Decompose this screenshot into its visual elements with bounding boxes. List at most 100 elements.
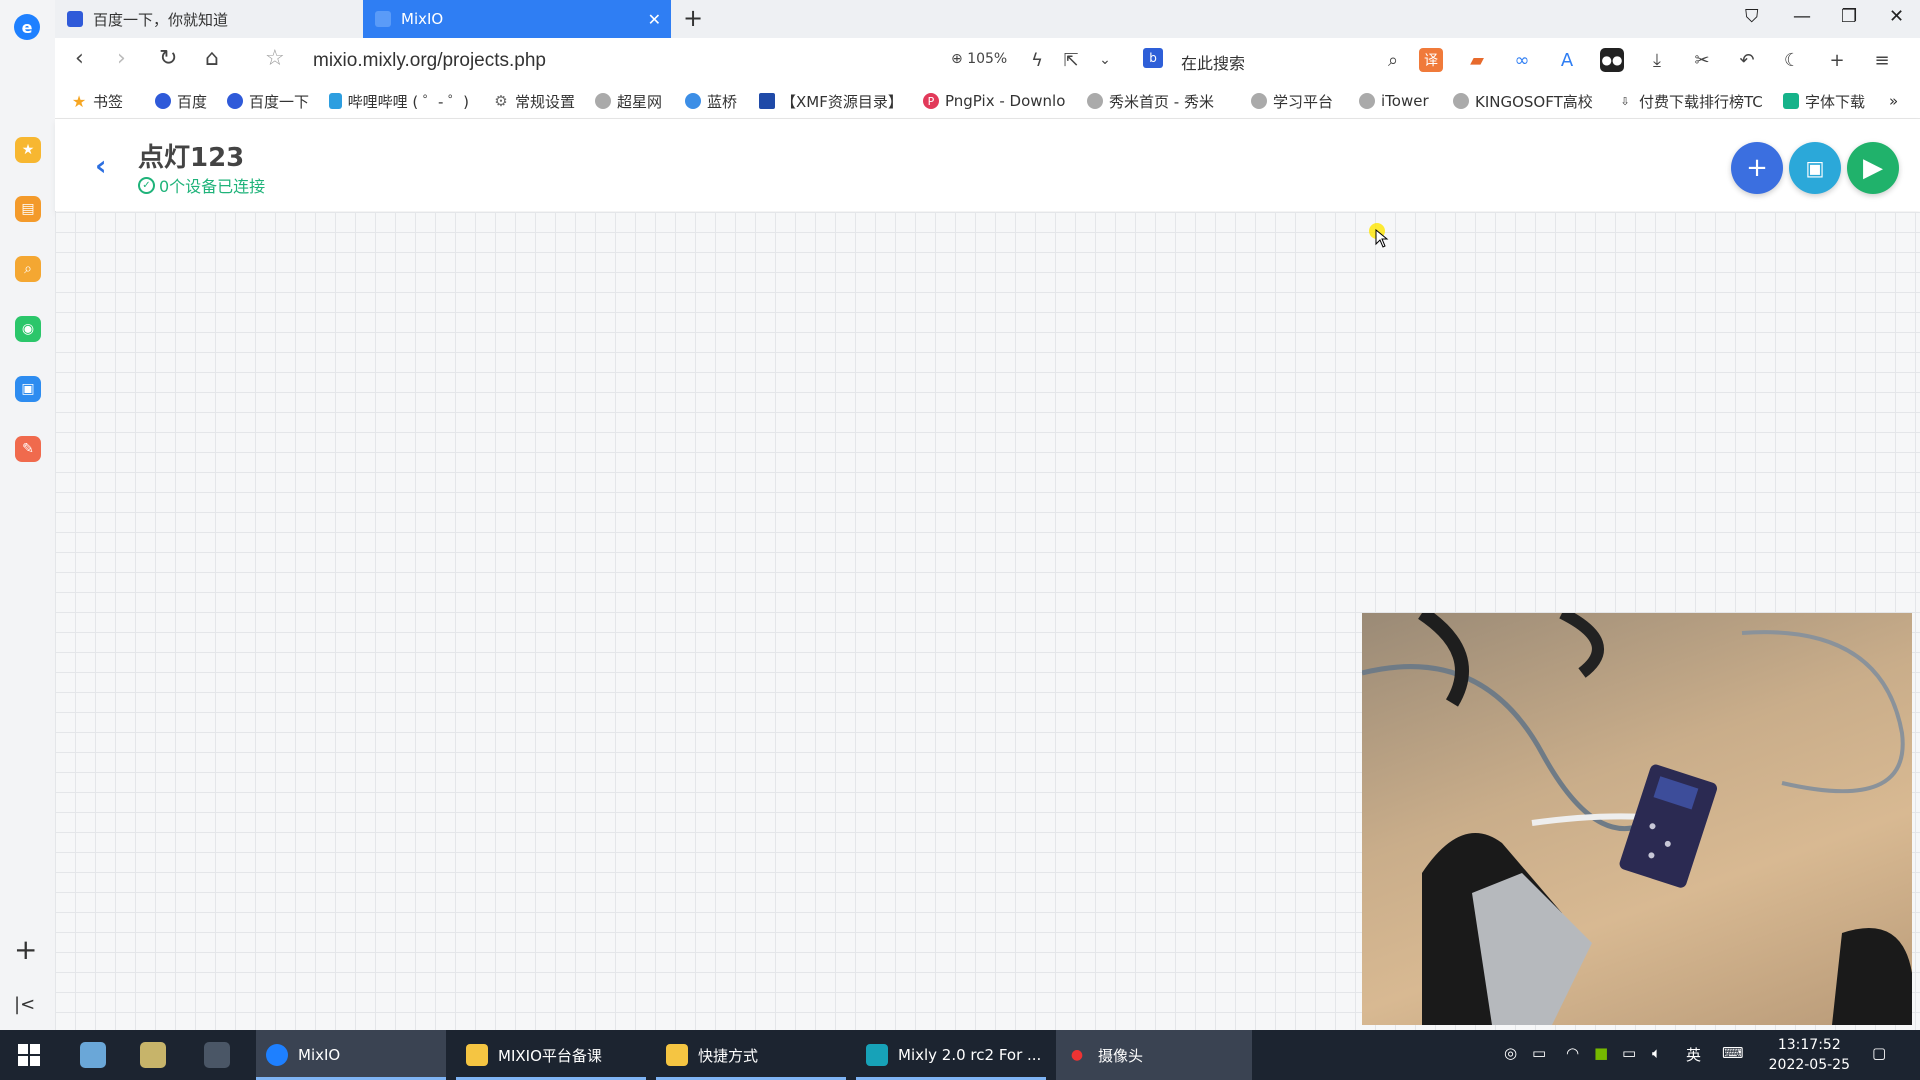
download-icon[interactable]: ⤓ [1645, 48, 1669, 72]
taskbar-item-label: 快捷方式 [698, 1046, 759, 1065]
scissors-icon[interactable]: ✂ [1690, 48, 1714, 72]
bookmark-item[interactable]: 【XMF资源目录】 [759, 90, 903, 112]
search-icon[interactable]: ⌕ [1381, 48, 1405, 72]
nvidia-icon[interactable]: ■ [1594, 1044, 1608, 1062]
bookmark-item[interactable]: 百度一下 [227, 90, 309, 112]
bookmark-item[interactable]: ★ 书签 [71, 90, 123, 112]
bookmark-label: 百度 [177, 92, 208, 111]
back-chevron-icon[interactable]: ‹ [95, 149, 107, 182]
bookmark-item[interactable]: 百度 [155, 90, 207, 112]
taskbar-item-mixio[interactable]: MixIO [256, 1030, 446, 1080]
task-view-icon[interactable]: ▭ [1532, 1044, 1546, 1062]
system-clock[interactable]: 13:17:52 2022-05-25 [1769, 1035, 1850, 1075]
pinned-app-icon[interactable] [80, 1042, 106, 1068]
ime-language[interactable]: 英 [1686, 1044, 1701, 1065]
infinity-icon[interactable]: ∞ [1510, 48, 1534, 72]
taskbar-item-label: MixIO [298, 1046, 341, 1064]
pinned-app-icon[interactable] [140, 1042, 166, 1068]
close-window-icon[interactable]: ✕ [1889, 6, 1904, 27]
bookmark-item[interactable]: 秀米首页 - 秀米 [1087, 90, 1237, 112]
xmf-icon [759, 93, 775, 109]
bookmark-item[interactable]: 超星网 [595, 90, 662, 112]
bookmark-item[interactable]: 蓝桥 [685, 90, 737, 112]
bookmark-item[interactable]: 字体下载 [1783, 90, 1883, 112]
night-mode-icon[interactable]: ☾ [1780, 48, 1804, 72]
skin-icon[interactable]: ⛉ [1745, 6, 1759, 27]
tab-mixio[interactable]: MixIO ✕ [363, 0, 671, 38]
bookmark-label: 超星网 [617, 92, 663, 111]
side-app-wechat-icon[interactable]: ◉ [15, 316, 41, 342]
taskbar-item-camera[interactable]: ● 摄像头 [1056, 1030, 1252, 1080]
pngpix-icon: P [923, 93, 939, 109]
volume-icon[interactable]: 🔈︎ [1652, 1044, 1661, 1062]
side-app-search-icon[interactable]: ⌕ [15, 256, 41, 282]
windows-start-icon[interactable] [18, 1044, 40, 1066]
translate-icon[interactable]: 译 [1419, 48, 1443, 72]
browser-side-panel: e ★ ▤ ⌕ ◉ ▣ ✎ + |< [0, 0, 56, 1030]
project-title: 点灯123 [138, 143, 245, 173]
add-component-button[interactable]: + [1731, 142, 1783, 194]
reload-icon[interactable]: ↻ [159, 46, 177, 71]
run-button[interactable]: ▶ [1847, 142, 1899, 194]
keyboard-icon[interactable]: ⌨ [1722, 1044, 1744, 1062]
menu-icon[interactable]: ≡ [1870, 48, 1894, 72]
new-tab-icon[interactable]: + [683, 4, 703, 32]
side-app-store-icon[interactable]: ▣ [15, 376, 41, 402]
tab-baidu[interactable]: 百度一下，你就知道 [55, 0, 363, 38]
close-tab-icon[interactable]: ✕ [648, 10, 661, 29]
bookmark-item[interactable]: ⚙ 常规设置 [493, 90, 575, 112]
undo-icon[interactable]: ↶ [1735, 48, 1759, 72]
taskbar-item-mixly[interactable]: Mixly 2.0 rc2 For ... [856, 1030, 1046, 1080]
minimize-icon[interactable]: — [1793, 6, 1811, 27]
save-button[interactable]: ▣ [1789, 142, 1841, 194]
taskbar-item-folder[interactable]: 快捷方式 [656, 1030, 846, 1080]
calculator-icon[interactable] [204, 1042, 230, 1068]
side-add-icon[interactable]: + [14, 933, 37, 966]
bookmark-label: 蓝桥 [707, 92, 738, 111]
notification-icon[interactable]: ▢ [1872, 1044, 1886, 1062]
bookmark-label: 【XMF资源目录】 [781, 92, 903, 111]
browser-logo-icon[interactable]: e [14, 14, 40, 40]
mask-icon[interactable]: ●● [1600, 48, 1624, 72]
more-bookmarks-icon[interactable]: » [1889, 90, 1898, 112]
side-collapse-icon[interactable]: |< [14, 994, 35, 1015]
side-app-notes-icon[interactable]: ▤ [15, 196, 41, 222]
home-icon[interactable]: ⌂ [205, 46, 219, 71]
network-status-icon[interactable]: ◎ [1504, 1044, 1517, 1062]
bookmark-item[interactable]: KINGOSOFT高校 [1453, 90, 1603, 112]
zoom-level[interactable]: ⊕ 105% [951, 51, 1007, 67]
bookmark-item[interactable]: iTower [1359, 90, 1429, 112]
wifi-icon[interactable]: ◠ [1566, 1044, 1579, 1062]
battery-icon[interactable]: ▭ [1622, 1044, 1636, 1062]
search-input[interactable]: 在此搜索 [1181, 50, 1245, 74]
clock-date: 2022-05-25 [1768, 1057, 1850, 1073]
bookmark-label: PngPix - Downlo [945, 92, 1066, 110]
baidu-engine-icon[interactable]: b [1143, 48, 1163, 68]
forward-icon[interactable]: › [117, 46, 126, 71]
bookmark-item[interactable]: ⇩ 付费下载排行榜TC [1617, 90, 1767, 112]
tab-label: 百度一下，你就知道 [93, 10, 229, 29]
url-input[interactable]: mixio.mixly.org/projects.php [313, 50, 546, 72]
translate-a-icon[interactable]: A [1555, 48, 1579, 72]
bookmark-item[interactable]: 学习平台 [1251, 90, 1333, 112]
baidu-paw-icon [227, 93, 243, 109]
plus-icon[interactable]: + [1825, 48, 1849, 72]
taskbar-item-folder[interactable]: MIXIO平台备课 [456, 1030, 646, 1080]
dropdown-chevron-icon[interactable]: ⌄ [1093, 48, 1117, 72]
baidu-paw-icon [67, 11, 83, 27]
bookmark-label: iTower [1381, 92, 1429, 110]
bookmarks-bar: ★ 书签 百度 百度一下 哔哩哔哩 ( ゜- ゜) ⚙ 常规设置 超星网 蓝桥 … [55, 84, 1920, 119]
lightning-icon[interactable]: ϟ [1025, 48, 1049, 72]
side-app-star-icon[interactable]: ★ [15, 137, 41, 163]
game-icon[interactable]: ▰ [1465, 48, 1489, 72]
bilibili-icon [329, 93, 342, 109]
restore-icon[interactable]: ❐ [1841, 6, 1857, 27]
bookmark-item[interactable]: P PngPix - Downlo [923, 90, 1073, 112]
bookmark-label: 百度一下 [249, 92, 310, 111]
share-icon[interactable]: ⇱ [1059, 48, 1083, 72]
side-app-paint-icon[interactable]: ✎ [15, 436, 41, 462]
bookmark-star-icon[interactable]: ☆ [265, 46, 285, 71]
bookmark-item[interactable]: 哔哩哔哩 ( ゜- ゜) [329, 90, 469, 112]
back-icon[interactable]: ‹ [75, 46, 84, 71]
clock-time: 13:17:52 [1777, 1037, 1841, 1053]
